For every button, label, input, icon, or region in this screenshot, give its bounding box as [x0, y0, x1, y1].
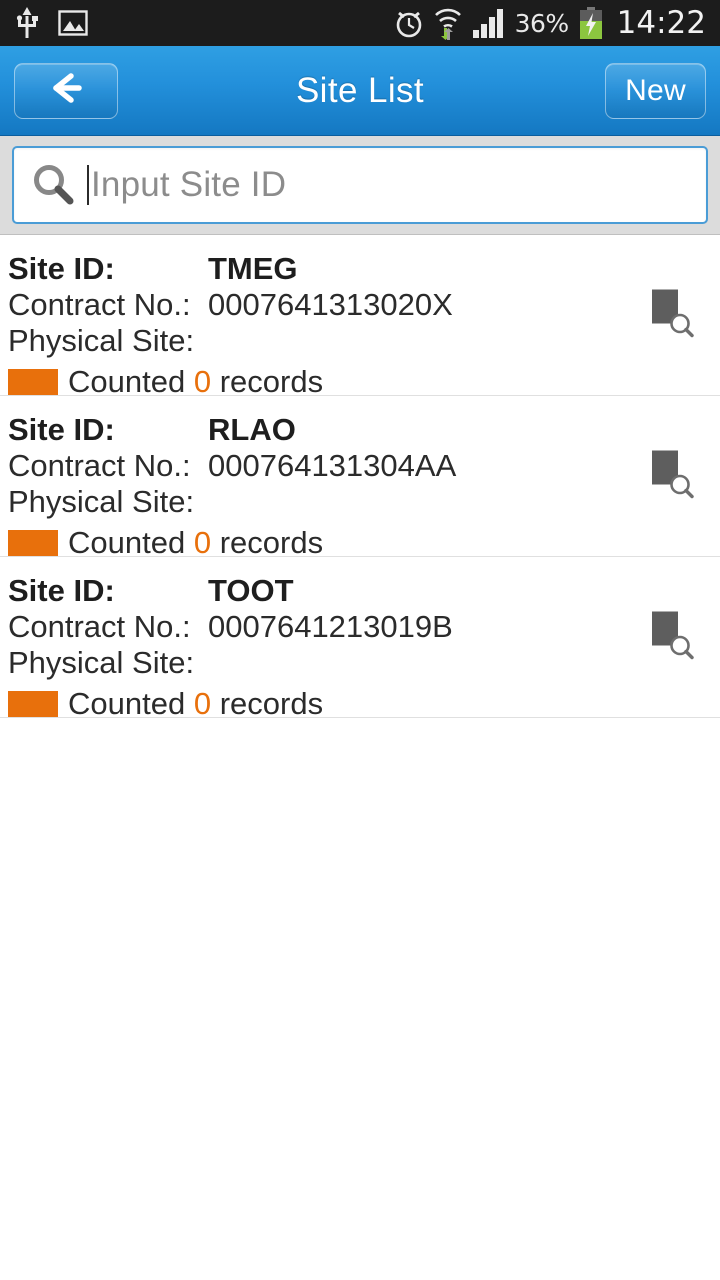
physical-site-line: Physical Site:: [8, 484, 720, 520]
usb-icon: [14, 7, 40, 39]
document-search-icon[interactable]: [650, 288, 694, 343]
contract-no-line: Contract No.: 0007641313020X: [8, 287, 720, 323]
count-value: 0: [193, 525, 212, 560]
site-id-label: Site ID:: [8, 412, 115, 447]
count-suffix: records: [219, 364, 324, 399]
physical-site-label: Physical Site:: [8, 645, 195, 680]
site-id-value: TMEG: [208, 251, 298, 286]
count-value: 0: [193, 364, 212, 399]
document-search-icon[interactable]: [650, 610, 694, 665]
count-prefix: Counted: [68, 525, 186, 560]
document-search-icon[interactable]: [650, 449, 694, 504]
site-id-label: Site ID:: [8, 573, 115, 608]
battery-charging-icon: [578, 7, 604, 39]
site-list: Site ID: TMEG Contract No.: 000764131302…: [0, 235, 720, 721]
contract-no-line: Contract No.: 000764131304AA: [8, 448, 720, 484]
arrow-left-icon: [43, 68, 89, 113]
table-row[interactable]: Site ID: TMEG Contract No.: 000764131302…: [0, 235, 720, 399]
contract-no-label: Contract No.:: [8, 448, 191, 483]
signal-bars-icon: [472, 8, 506, 38]
site-id-value: TOOT: [208, 573, 294, 608]
new-button[interactable]: New: [605, 62, 706, 119]
count-line: Counted 0 records: [8, 684, 720, 724]
physical-site-line: Physical Site:: [8, 645, 720, 681]
search-placeholder: Input Site ID: [91, 165, 287, 204]
status-bar: 36% 14:22: [0, 0, 720, 46]
status-bar-right-icons: 36% 14:22: [394, 5, 706, 41]
new-button-label: New: [625, 73, 686, 107]
count-text: Counted 0 records: [68, 364, 323, 400]
search-icon: [30, 162, 76, 208]
status-badge: [8, 691, 58, 717]
count-suffix: records: [219, 525, 324, 560]
contract-no-line: Contract No.: 0007641213019B: [8, 609, 720, 645]
count-prefix: Counted: [68, 686, 186, 721]
contract-no-value: 000764131304AA: [208, 448, 457, 483]
site-id-value: RLAO: [208, 412, 296, 447]
site-id-label: Site ID:: [8, 251, 115, 286]
gallery-image-icon: [58, 8, 88, 38]
back-button[interactable]: [14, 62, 118, 119]
count-text: Counted 0 records: [68, 525, 323, 561]
physical-site-label: Physical Site:: [8, 484, 195, 519]
physical-site-line: Physical Site:: [8, 323, 720, 359]
contract-no-label: Contract No.:: [8, 609, 191, 644]
status-bar-left-icons: [14, 7, 88, 39]
wifi-transfer-icon: [433, 6, 463, 40]
site-id-line: Site ID: RLAO: [8, 412, 720, 448]
status-bar-clock: 14:22: [616, 5, 706, 41]
count-prefix: Counted: [68, 364, 186, 399]
site-id-line: Site ID: TOOT: [8, 573, 720, 609]
app-header: Site List New: [0, 46, 720, 136]
alarm-clock-icon: [394, 7, 424, 39]
table-row[interactable]: Site ID: TOOT Contract No.: 000764121301…: [0, 557, 720, 721]
text-cursor: [87, 165, 89, 205]
physical-site-label: Physical Site:: [8, 323, 195, 358]
count-text: Counted 0 records: [68, 686, 323, 722]
search-input[interactable]: Input Site ID: [12, 146, 708, 224]
contract-no-value: 0007641213019B: [208, 609, 453, 644]
status-badge: [8, 530, 58, 556]
contract-no-value: 0007641313020X: [208, 287, 453, 322]
table-row[interactable]: Site ID: RLAO Contract No.: 000764131304…: [0, 396, 720, 560]
contract-no-label: Contract No.:: [8, 287, 191, 322]
app-screen: 36% 14:22 Site List New Input Site ID Si…: [0, 0, 720, 1280]
battery-percent-label: 36%: [514, 8, 570, 38]
status-badge: [8, 369, 58, 395]
site-id-line: Site ID: TMEG: [8, 251, 720, 287]
count-suffix: records: [219, 686, 324, 721]
count-value: 0: [193, 686, 212, 721]
search-bar-container: Input Site ID: [0, 136, 720, 235]
